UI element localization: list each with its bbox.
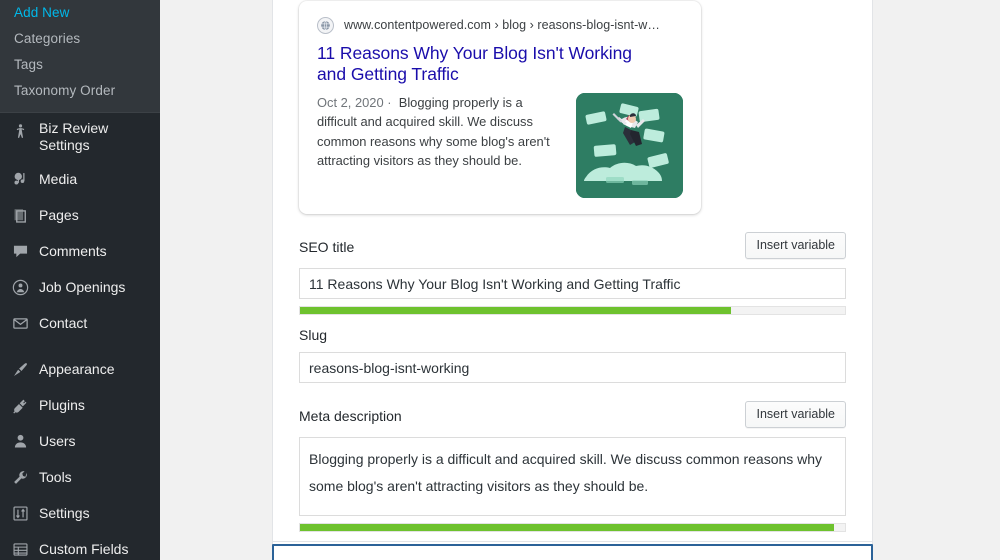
sidebar-item-appearance[interactable]: Appearance (0, 351, 160, 387)
seo-title-input[interactable] (299, 268, 846, 299)
sidebar-item-label: Comments (39, 242, 107, 259)
sliders-icon (10, 503, 30, 523)
seo-metabox-panel: www.contentpowered.com › blog › reasons-… (272, 0, 873, 546)
accessibility-person-icon (10, 121, 30, 141)
sidebar-item-label: Media (39, 170, 78, 187)
sidebar-subitem-label: Categories (14, 31, 81, 47)
sidebar-item-pages[interactable]: Pages (0, 197, 160, 233)
snippet-body: Oct 2, 2020 · Blogging properly is a dif… (317, 93, 683, 198)
snippet-separator: · (387, 95, 392, 110)
admin-sidebar: Add New Categories Tags Taxonomy Order B… (0, 0, 160, 560)
snippet-description: Oct 2, 2020 · Blogging properly is a dif… (317, 93, 562, 171)
sidebar-item-label: Users (39, 432, 76, 449)
pages-document-icon (10, 205, 30, 225)
meta-description-insert-variable-button[interactable]: Insert variable (745, 401, 846, 428)
panel-inner: www.contentpowered.com › blog › reasons-… (299, 0, 846, 532)
sidebar-subitem-taxonomy-order[interactable]: Taxonomy Order (0, 78, 160, 104)
snippet-url-row: www.contentpowered.com › blog › reasons-… (317, 17, 683, 34)
media-camera-icon (10, 169, 30, 189)
slug-field-block: Slug (299, 325, 846, 383)
globe-icon (317, 17, 334, 34)
sidebar-item-tools[interactable]: Tools (0, 459, 160, 495)
snippet-title-link[interactable]: 11 Reasons Why Your Blog Isn't Working a… (317, 43, 657, 84)
meta-description-field-block: Meta description Insert variable Bloggin… (299, 401, 846, 532)
sidebar-item-custom-fields[interactable]: Custom Fields (0, 531, 160, 560)
sidebar-item-label: Contact (39, 314, 88, 331)
sidebar-item-label: Biz Review Settings (39, 120, 109, 153)
panel-bottom-divider (272, 541, 873, 542)
app-screen: Add New Categories Tags Taxonomy Order B… (0, 0, 1000, 560)
sidebar-item-label: Plugins (39, 396, 85, 413)
sidebar-item-label: Appearance (39, 360, 115, 377)
meta-description-progress-bar (299, 523, 846, 532)
sidebar-item-comments[interactable]: Comments (0, 233, 160, 269)
seo-title-insert-variable-button[interactable]: Insert variable (745, 232, 846, 259)
seo-title-progress-bar (299, 306, 846, 315)
sidebar-item-users[interactable]: Users (0, 423, 160, 459)
sidebar-item-label: Pages (39, 206, 79, 223)
comment-bubble-icon (10, 241, 30, 261)
meta-description-header: Meta description Insert variable (299, 401, 846, 428)
plug-icon (10, 395, 30, 415)
main-area: www.contentpowered.com › blog › reasons-… (160, 0, 1000, 560)
sidebar-subitem-label: Tags (14, 57, 43, 73)
sidebar-item-biz-review-settings[interactable]: Biz Review Settings (0, 113, 160, 161)
sidebar-item-media[interactable]: Media (0, 161, 160, 197)
sidebar-item-settings[interactable]: Settings (0, 495, 160, 531)
user-icon (10, 431, 30, 451)
slug-label: Slug (299, 327, 328, 343)
seo-title-field-block: SEO title Insert variable (299, 232, 846, 315)
falling-person-papers-illustration (576, 93, 683, 198)
meta-description-textarea[interactable]: Blogging properly is a difficult and acq… (299, 437, 846, 516)
seo-title-header: SEO title Insert variable (299, 232, 846, 259)
posts-submenu: Add New Categories Tags Taxonomy Order (0, 0, 160, 112)
sidebar-subitem-label: Add New (14, 5, 70, 21)
meta-description-label: Meta description (299, 408, 402, 424)
sidebar-item-label: Custom Fields (39, 540, 129, 557)
sidebar-item-contact[interactable]: Contact (0, 305, 160, 341)
sidebar-item-label: Settings (39, 504, 90, 521)
snippet-date: Oct 2, 2020 (317, 95, 384, 110)
envelope-icon (10, 313, 30, 333)
wrench-icon (10, 467, 30, 487)
focused-bottom-panel[interactable] (272, 544, 873, 560)
sidebar-subitem-label: Taxonomy Order (14, 83, 116, 99)
job-person-badge-icon (10, 277, 30, 297)
google-snippet-preview[interactable]: www.contentpowered.com › blog › reasons-… (299, 1, 701, 214)
snippet-url: www.contentpowered.com › blog › reasons-… (344, 18, 660, 32)
sidebar-item-label: Job Openings (39, 278, 126, 295)
sidebar-item-label: Tools (39, 468, 72, 485)
sidebar-subitem-tags[interactable]: Tags (0, 52, 160, 78)
sidebar-subitem-add-new[interactable]: Add New (0, 0, 160, 26)
sidebar-subitem-categories[interactable]: Categories (0, 26, 160, 52)
slug-input[interactable] (299, 352, 846, 383)
snippet-thumbnail (576, 93, 683, 198)
meta-description-progress-fill (300, 524, 835, 531)
seo-title-progress-fill (300, 307, 731, 314)
seo-title-label: SEO title (299, 239, 355, 255)
sidebar-item-job-openings[interactable]: Job Openings (0, 269, 160, 305)
paintbrush-icon (10, 359, 30, 379)
sidebar-item-plugins[interactable]: Plugins (0, 387, 160, 423)
table-grid-icon (10, 539, 30, 559)
